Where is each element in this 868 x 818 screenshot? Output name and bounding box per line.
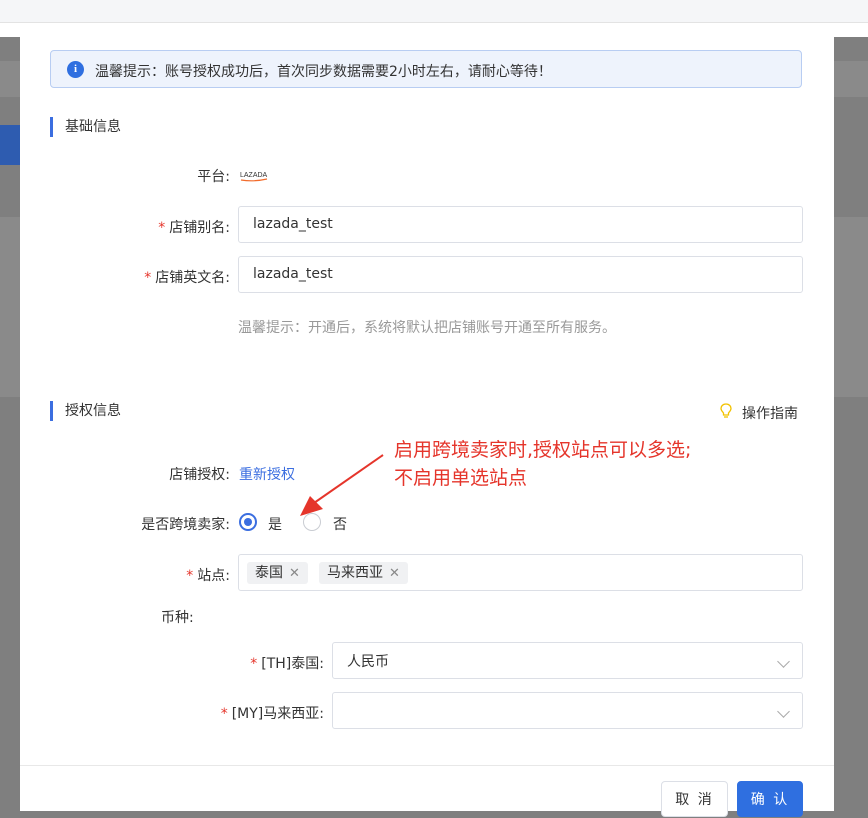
currency-my-select[interactable] — [332, 692, 803, 729]
site-tag: 马来西亚 ✕ — [319, 562, 408, 584]
shop-en-name-label: * 店铺英文名: — [144, 270, 230, 286]
currency-th-value: 人民币 — [347, 654, 389, 670]
cross-border-label: 是否跨境卖家: — [141, 517, 230, 533]
shop-en-name-input[interactable]: lazada_test — [238, 256, 803, 293]
lazada-logo: LAZADA — [240, 172, 268, 182]
footer-divider — [20, 765, 834, 766]
background-page-left — [0, 37, 20, 811]
shop-auth-label: 店铺授权: — [169, 467, 230, 483]
chevron-down-icon — [777, 705, 790, 718]
shop-alias-input[interactable]: lazada_test — [238, 206, 803, 243]
chevron-down-icon — [777, 655, 790, 668]
section-title-basic: 基础信息 — [50, 117, 121, 137]
operation-guide-link[interactable]: 操作指南 — [742, 403, 798, 423]
svg-text:LAZADA: LAZADA — [240, 172, 268, 179]
basic-hint: 温馨提示：开通后，系统将默认把店铺账号开通至所有服务。 — [238, 320, 616, 336]
section-title-auth: 授权信息 — [50, 401, 121, 421]
close-icon[interactable]: ✕ — [289, 566, 300, 581]
annotation-line-1: 启用跨境卖家时,授权站点可以多选; — [394, 439, 692, 461]
sites-multiselect[interactable]: 泰国 ✕ 马来西亚 ✕ — [238, 554, 803, 591]
close-icon[interactable]: ✕ — [389, 566, 400, 581]
platform-label: 平台: — [197, 169, 230, 185]
currency-th-label: * [TH]泰国: — [250, 656, 324, 672]
currency-my-label: * [MY]马来西亚: — [220, 706, 324, 722]
sites-label: * 站点: — [186, 568, 230, 584]
currency-label: 币种: — [161, 610, 194, 626]
shop-alias-label: * 店铺别名: — [158, 220, 230, 236]
alert-text: 温馨提示：账号授权成功后，首次同步数据需要2小时左右，请耐心等待！ — [95, 64, 552, 80]
background-topbar — [0, 0, 868, 23]
currency-th-select[interactable]: 人民币 — [332, 642, 803, 679]
info-icon: i — [67, 61, 84, 78]
info-alert: i 温馨提示：账号授权成功后，首次同步数据需要2小时左右，请耐心等待！ — [50, 50, 802, 88]
cancel-button[interactable]: 取 消 — [661, 781, 728, 817]
site-tag: 泰国 ✕ — [247, 562, 308, 584]
annotation-arrow-icon — [300, 454, 384, 516]
authorization-modal: i 温馨提示：账号授权成功后，首次同步数据需要2小时左右，请耐心等待！ 基础信息… — [20, 37, 834, 817]
cross-border-yes-radio[interactable] — [239, 513, 257, 531]
annotation-line-2: 不启用单选站点 — [394, 467, 528, 489]
background-header — [0, 23, 868, 37]
lightbulb-icon[interactable] — [720, 403, 732, 419]
confirm-button[interactable]: 确 认 — [737, 781, 803, 817]
background-page-right — [834, 37, 868, 811]
